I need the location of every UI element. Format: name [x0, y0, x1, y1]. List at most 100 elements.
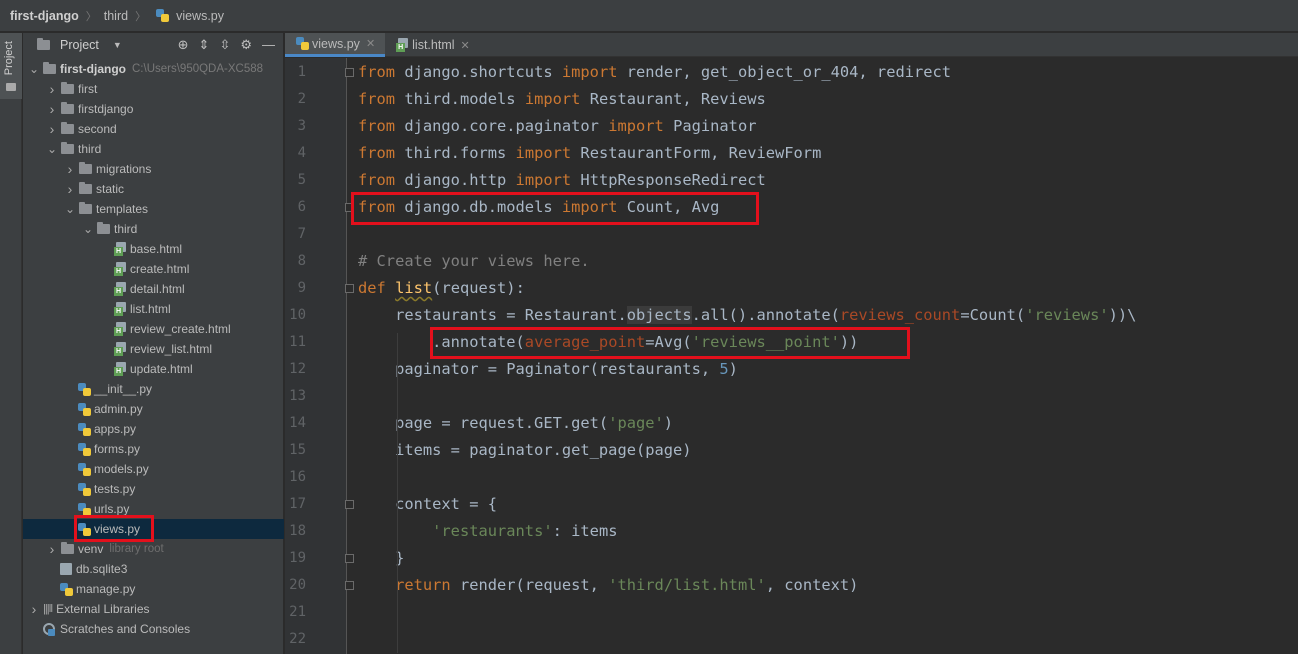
- line-number-gutter: 1 2 3 4 5 6 7 8 9 10 11 12 13 14 15 16 17 18 19 20 21 22: [285, 58, 354, 654]
- tree-item-label: update.html: [130, 362, 193, 376]
- tree-item[interactable]: db.sqlite3: [23, 559, 284, 579]
- code-line: # Create your views here.: [358, 248, 590, 275]
- html-file-icon: [114, 322, 127, 336]
- fold-marker-icon[interactable]: [345, 284, 354, 293]
- tree-item-label: External Libraries: [56, 602, 150, 616]
- chevron-right-icon[interactable]: ›: [47, 121, 57, 137]
- line-number: 4: [297, 145, 306, 161]
- fold-marker-icon[interactable]: [345, 68, 354, 77]
- project-tool-button[interactable]: Project: [0, 33, 22, 99]
- code-token: ): [728, 360, 738, 378]
- tree-item-label: migrations: [96, 162, 152, 176]
- tree-item[interactable]: list.html: [23, 299, 284, 319]
- tree-item[interactable]: ⌄ first-django C:\Users\950QDA-XC588: [23, 59, 284, 79]
- code-token: ): [663, 414, 674, 432]
- breadcrumb-project[interactable]: first-django: [10, 9, 79, 23]
- tree-item[interactable]: __init__.py: [23, 379, 284, 399]
- code-token: third.forms: [395, 144, 516, 162]
- tree-item[interactable]: models.py: [23, 459, 284, 479]
- close-icon[interactable]: ✕: [461, 39, 470, 52]
- code-token: django.core.paginator: [395, 117, 609, 135]
- tree-item-label: static: [96, 182, 125, 196]
- breadcrumb-file[interactable]: views.py: [153, 9, 224, 23]
- tree-item[interactable]: › first: [23, 79, 284, 99]
- fold-marker-icon[interactable]: [345, 554, 354, 563]
- tree-item[interactable]: detail.html: [23, 279, 284, 299]
- tree-item[interactable]: › second: [23, 119, 284, 139]
- expand-all-icon[interactable]: ⇕: [199, 37, 210, 53]
- code-token: from: [358, 63, 396, 81]
- tree-item[interactable]: create.html: [23, 259, 284, 279]
- tab-list-html[interactable]: list.html ✕: [385, 33, 480, 57]
- chevron-right-icon[interactable]: ›: [47, 81, 57, 97]
- annotation-box-import: [351, 192, 759, 225]
- tree-item[interactable]: manage.py: [23, 579, 284, 599]
- chevron-down-icon[interactable]: ⌄: [29, 62, 39, 76]
- tree-item[interactable]: › migrations: [23, 159, 284, 179]
- chevron-right-icon[interactable]: ›: [29, 601, 39, 617]
- code-line: items = paginator.get_page(page): [358, 437, 692, 464]
- code-token: 'third/list.html': [608, 576, 766, 594]
- tree-item[interactable]: ⌄ third: [23, 219, 284, 239]
- tree-item-label: first-django: [60, 62, 126, 76]
- breadcrumb-folder[interactable]: third: [104, 9, 128, 23]
- line-number: 11: [289, 334, 306, 350]
- tree-item[interactable]: review_list.html: [23, 339, 284, 359]
- tree-item[interactable]: forms.py: [23, 439, 284, 459]
- python-file-icon: [78, 442, 91, 456]
- chevron-down-icon[interactable]: ⌄: [83, 222, 93, 236]
- tree-item[interactable]: apps.py: [23, 419, 284, 439]
- tab-label: list.html: [412, 38, 455, 52]
- folder-icon: [79, 202, 92, 214]
- chevron-right-icon[interactable]: ›: [65, 181, 75, 197]
- chevron-down-icon[interactable]: ⌄: [47, 142, 57, 156]
- tree-item[interactable]: › venv library root: [23, 539, 284, 559]
- line-number: 3: [297, 118, 306, 134]
- folder-icon: [43, 62, 56, 74]
- tree-item[interactable]: update.html: [23, 359, 284, 379]
- hide-icon[interactable]: —: [262, 37, 275, 53]
- tree-item[interactable]: review_create.html: [23, 319, 284, 339]
- chevron-down-icon[interactable]: ▼: [113, 40, 122, 50]
- tab-views-py[interactable]: views.py ✕: [285, 33, 386, 57]
- tree-item[interactable]: › static: [23, 179, 284, 199]
- indent-guide: [397, 548, 398, 603]
- tree-item[interactable]: base.html: [23, 239, 284, 259]
- fold-marker-icon[interactable]: [345, 581, 354, 590]
- locate-icon[interactable]: ⊕: [178, 37, 189, 53]
- collapse-all-icon[interactable]: ⇳: [219, 37, 230, 53]
- scratches-icon: [43, 622, 56, 636]
- code-token: from: [358, 144, 396, 162]
- folder-icon: [61, 102, 74, 114]
- tree-item-label: firstdjango: [78, 102, 134, 116]
- tree-item[interactable]: › firstdjango: [23, 99, 284, 119]
- tree-item[interactable]: admin.py: [23, 399, 284, 419]
- code-token: paginator = Paginator(restaurants,: [358, 360, 720, 378]
- chevron-right-icon[interactable]: ›: [47, 101, 57, 117]
- folder-icon: [61, 142, 74, 154]
- fold-marker-icon[interactable]: [345, 500, 354, 509]
- line-number: 16: [289, 469, 306, 485]
- line-number: 21: [289, 604, 306, 620]
- code-token: Paginator: [663, 117, 757, 135]
- tree-item[interactable]: tests.py: [23, 479, 284, 499]
- line-number: 8: [297, 253, 306, 269]
- code-token: from: [358, 117, 396, 135]
- code-token: list: [395, 279, 433, 297]
- gear-icon[interactable]: ⚙: [240, 37, 252, 53]
- tree-item[interactable]: Scratches and Consoles: [23, 619, 284, 639]
- tree-item[interactable]: › |||‖ External Libraries: [23, 599, 284, 619]
- chevron-right-icon[interactable]: ›: [65, 161, 75, 177]
- python-file-icon: [78, 382, 91, 396]
- project-toolbar: Project ▼ ⊕ ⇕ ⇳ ⚙ —: [23, 33, 283, 57]
- close-icon[interactable]: ✕: [366, 37, 375, 50]
- project-view-title[interactable]: Project: [60, 38, 99, 52]
- chevron-down-icon[interactable]: ⌄: [65, 202, 75, 216]
- tree-item-label: third: [78, 142, 102, 156]
- line-number: 7: [297, 226, 306, 242]
- chevron-right-icon[interactable]: ›: [47, 541, 57, 557]
- tree-item-label: manage.py: [76, 582, 136, 596]
- code-token: import: [515, 171, 572, 189]
- tree-item[interactable]: ⌄ templates: [23, 199, 284, 219]
- tree-item[interactable]: ⌄ third: [23, 139, 284, 159]
